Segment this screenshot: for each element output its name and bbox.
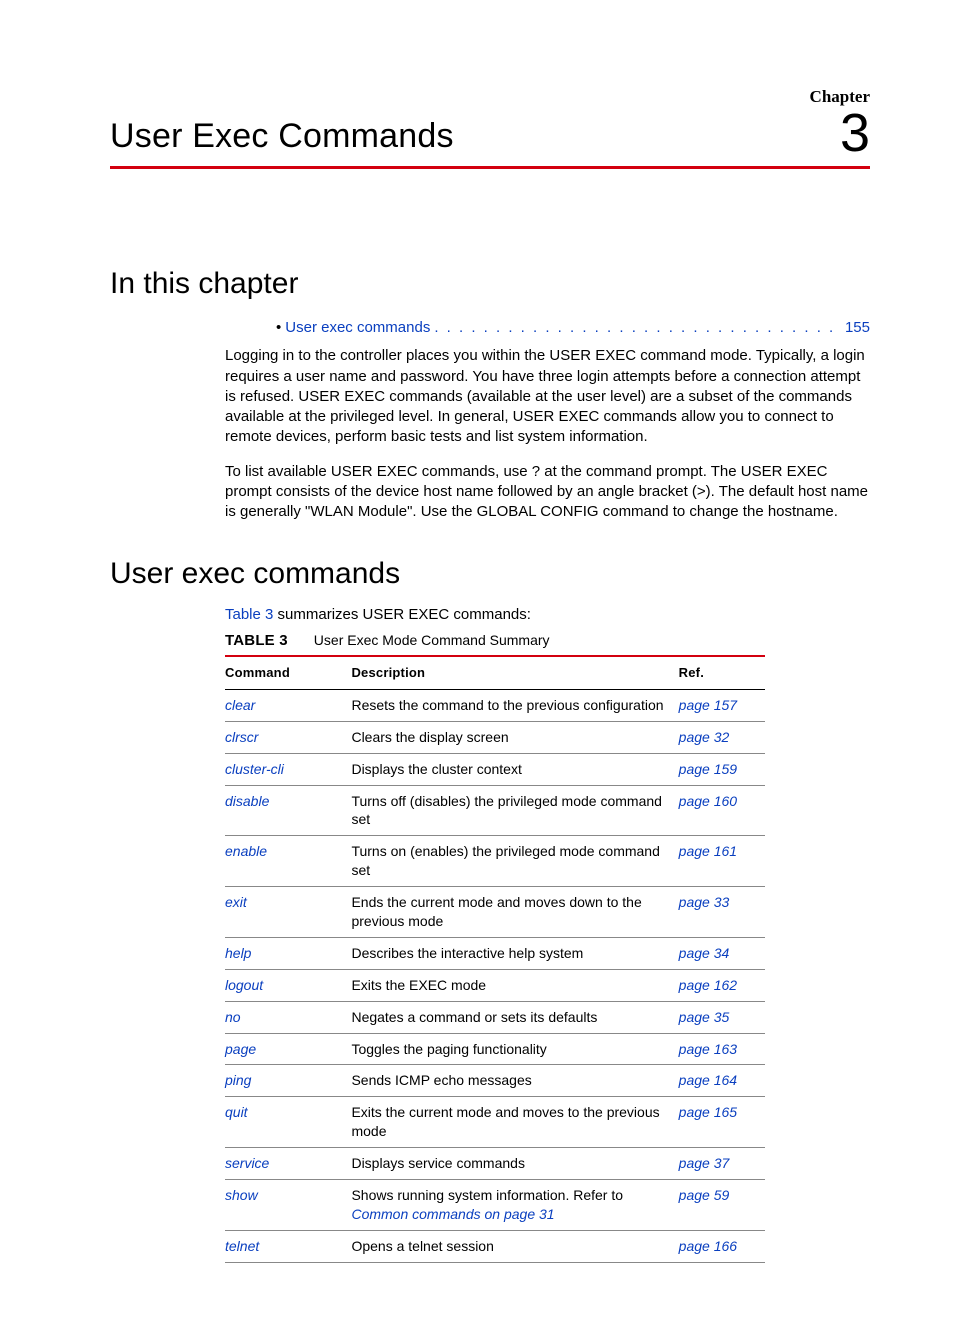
command-description: Shows running system information. Refer … [351, 1187, 623, 1203]
chapter-number-block: Chapter 3 [810, 88, 870, 160]
command-link[interactable]: service [225, 1155, 269, 1171]
command-summary-table: Command Description Ref. clear Resets the… [225, 655, 765, 1262]
page: User Exec Commands Chapter 3 In this cha… [0, 0, 954, 1323]
table-row: clear Resets the command to the previous … [225, 689, 765, 721]
command-link[interactable]: logout [225, 977, 263, 993]
page-ref-link[interactable]: page 165 [679, 1104, 737, 1120]
table-row: disable Turns off (disables) the privileg… [225, 785, 765, 836]
toc-leader-dots: . . . . . . . . . . . . . . . . . . . . … [434, 318, 837, 338]
page-ref-link[interactable]: page 164 [679, 1072, 737, 1088]
page-ref-link[interactable]: page 166 [679, 1238, 737, 1254]
table-row: no Negates a command or sets its defaults… [225, 1001, 765, 1033]
page-ref-link[interactable]: page 37 [679, 1155, 730, 1171]
command-link[interactable]: no [225, 1009, 241, 1025]
command-link[interactable]: exit [225, 894, 247, 910]
page-ref-link[interactable]: page 34 [679, 945, 730, 961]
command-link[interactable]: clrscr [225, 729, 258, 745]
command-description: Displays the cluster context [351, 761, 521, 777]
table-row: page Toggles the paging functionality page… [225, 1033, 765, 1065]
table-caption: User Exec Mode Command Summary [314, 631, 550, 650]
command-description: Clears the display screen [351, 729, 508, 745]
page-ref-link[interactable]: page 59 [679, 1187, 730, 1203]
command-description: Sends ICMP echo messages [351, 1072, 531, 1088]
page-ref-link[interactable]: page 163 [679, 1041, 737, 1057]
command-link[interactable]: ping [225, 1072, 251, 1088]
table-intro: Table 3 summarizes USER EXEC commands: [225, 605, 870, 625]
command-link[interactable]: quit [225, 1104, 248, 1120]
table-row: cluster-cli Displays the cluster context p… [225, 753, 765, 785]
page-ref-link[interactable]: page 161 [679, 843, 737, 859]
page-ref-link[interactable]: page 33 [679, 894, 730, 910]
section-in-this-chapter: In this chapter [110, 264, 870, 305]
command-link[interactable]: disable [225, 793, 269, 809]
table-intro-text: summarizes USER EXEC commands: [273, 606, 531, 623]
table-intro-link[interactable]: Table 3 [225, 606, 273, 623]
table-row: quit Exits the current mode and moves to … [225, 1097, 765, 1148]
table-row: telnet Opens a telnet session page 166 [225, 1230, 765, 1262]
chapter-number: 3 [810, 109, 870, 158]
command-link[interactable]: cluster-cli [225, 761, 284, 777]
page-ref-link[interactable]: page 35 [679, 1009, 730, 1025]
table-label: TABLE 3 [225, 631, 288, 651]
command-description: Exits the EXEC mode [351, 977, 486, 993]
command-description: Opens a telnet session [351, 1238, 493, 1254]
th-description: Description [351, 656, 678, 689]
inline-cross-ref[interactable]: Common commands on page 31 [351, 1206, 554, 1222]
chapter-header: User Exec Commands Chapter 3 [110, 88, 870, 169]
command-link[interactable]: page [225, 1041, 256, 1057]
th-command: Command [225, 656, 351, 689]
command-link[interactable]: telnet [225, 1238, 259, 1254]
table-header-row: Command Description Ref. [225, 656, 765, 689]
section-user-exec-commands: User exec commands [110, 554, 870, 595]
page-ref-link[interactable]: page 162 [679, 977, 737, 993]
command-description: Displays service commands [351, 1155, 525, 1171]
chapter-title: User Exec Commands [110, 114, 454, 160]
command-link[interactable]: help [225, 945, 251, 961]
command-description: Turns off (disables) the privileged mode… [351, 793, 661, 828]
table-row: ping Sends ICMP echo messages page 164 [225, 1065, 765, 1097]
paragraph-intro-2: To list available USER EXEC commands, us… [225, 462, 870, 523]
command-description: Turns on (enables) the privileged mode c… [351, 843, 659, 878]
page-ref-link[interactable]: page 32 [679, 729, 730, 745]
command-link[interactable]: clear [225, 697, 255, 713]
table-row: clrscr Clears the display screen page 32 [225, 721, 765, 753]
intro-paragraphs: Logging in to the controller places you … [225, 346, 870, 522]
command-description: Ends the current mode and moves down to … [351, 894, 641, 929]
command-link[interactable]: show [225, 1187, 258, 1203]
table-row: enable Turns on (enables) the privileged … [225, 836, 765, 887]
toc-page-number[interactable]: 155 [845, 318, 870, 338]
page-ref-link[interactable]: page 157 [679, 697, 737, 713]
command-description: Exits the current mode and moves to the … [351, 1104, 659, 1139]
command-description: Negates a command or sets its defaults [351, 1009, 597, 1025]
th-ref: Ref. [679, 656, 765, 689]
table-row: service Displays service commands page 37 [225, 1148, 765, 1180]
command-link[interactable]: enable [225, 843, 267, 859]
table-row: show Shows running system information. Re… [225, 1180, 765, 1231]
table-row: help Describes the interactive help syste… [225, 937, 765, 969]
table-row: exit Ends the current mode and moves down… [225, 887, 765, 938]
command-description: Toggles the paging functionality [351, 1041, 546, 1057]
bullet-icon: • [276, 318, 281, 338]
command-description: Resets the command to the previous confi… [351, 697, 663, 713]
page-ref-link[interactable]: page 160 [679, 793, 737, 809]
toc-link-user-exec[interactable]: User exec commands [285, 318, 430, 338]
table-caption-row: TABLE 3 User Exec Mode Command Summary [225, 631, 870, 651]
table-row: logout Exits the EXEC mode page 162 [225, 969, 765, 1001]
page-ref-link[interactable]: page 159 [679, 761, 737, 777]
command-description: Describes the interactive help system [351, 945, 583, 961]
table-block: Table 3 summarizes USER EXEC commands: T… [225, 605, 870, 1263]
toc-entry: • User exec commands . . . . . . . . . .… [276, 318, 870, 338]
paragraph-intro-1: Logging in to the controller places you … [225, 346, 870, 447]
